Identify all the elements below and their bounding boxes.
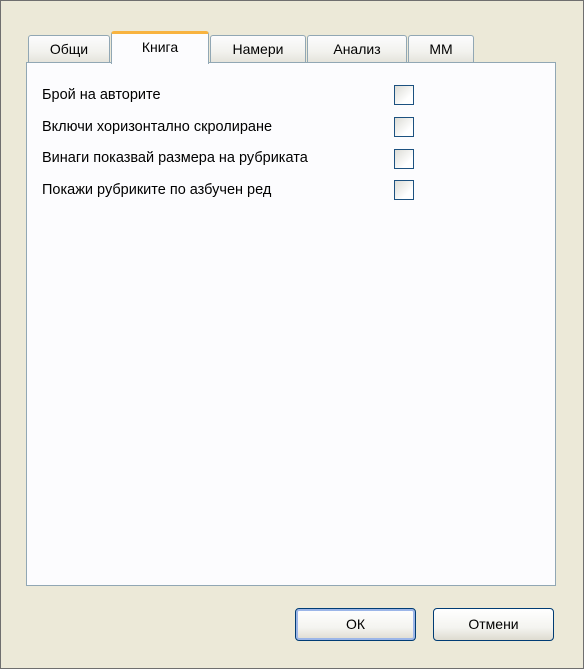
- settings-dialog: Общи Книга Намери Анализ ММ Брой на авто…: [0, 0, 584, 669]
- ok-button[interactable]: ОК: [295, 608, 416, 641]
- tab-find[interactable]: Намери: [210, 35, 306, 62]
- option-sort-alphabetically: Покажи рубриките по азбучен ред: [42, 179, 271, 201]
- tab-book[interactable]: Книга: [111, 31, 209, 64]
- option-label: Покажи рубриките по азбучен ред: [42, 182, 272, 198]
- sort-alphabetically-checkbox[interactable]: [394, 180, 414, 200]
- tab-analysis[interactable]: Анализ: [307, 35, 407, 62]
- author-count-checkbox[interactable]: [394, 85, 414, 105]
- show-section-size-checkbox[interactable]: [394, 149, 414, 169]
- tab-general[interactable]: Общи: [28, 35, 110, 62]
- tab-strip: Общи Книга Намери Анализ ММ: [28, 31, 488, 64]
- tab-mm[interactable]: ММ: [408, 35, 474, 62]
- book-options-panel: Брой на авторите Включи хоризонтално скр…: [26, 62, 556, 586]
- option-author-count: Брой на авторите: [42, 84, 161, 106]
- option-label: Винаги показвай размера на рубриката: [42, 150, 308, 166]
- horizontal-scroll-checkbox[interactable]: [394, 117, 414, 137]
- option-label: Брой на авторите: [42, 87, 161, 103]
- option-horizontal-scroll: Включи хоризонтално скролиране: [42, 116, 272, 138]
- cancel-button[interactable]: Отмени: [433, 608, 554, 641]
- option-label: Включи хоризонтално скролиране: [42, 119, 273, 135]
- option-show-section-size: Винаги показвай размера на рубриката: [42, 147, 308, 169]
